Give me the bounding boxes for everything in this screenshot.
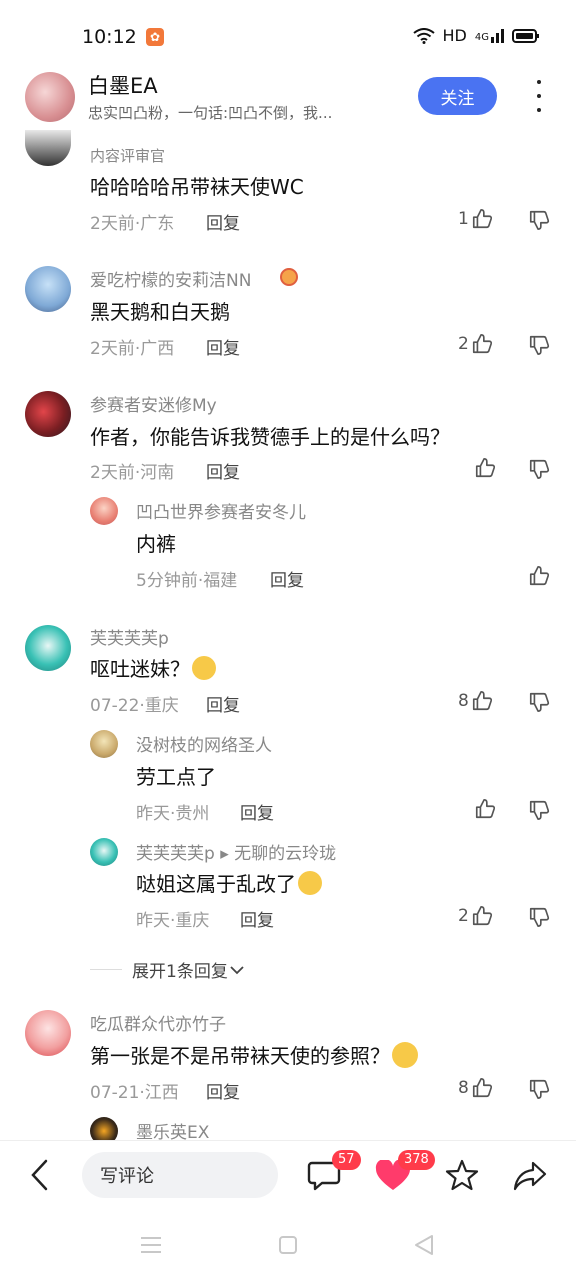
like-button[interactable]: 1	[458, 208, 493, 230]
reply-button[interactable]: 回复	[270, 566, 304, 591]
thumbs-down-icon[interactable]	[528, 799, 550, 821]
reply-text: 劳工点了	[136, 765, 216, 789]
comment-author[interactable]: 芙芙芙芙p	[90, 624, 169, 649]
wifi-icon	[412, 27, 435, 44]
thumbs-up-icon	[472, 906, 492, 926]
home-icon[interactable]	[278, 1235, 298, 1255]
status-time: 10:12	[82, 26, 137, 48]
comment-text: 第一张是不是吊带袜天使的参照？	[90, 1040, 418, 1069]
comment-text: 哈哈哈哈吊带袜天使WC	[90, 175, 304, 199]
more-options-icon[interactable]	[532, 80, 546, 112]
network-hd-label: HD	[442, 26, 467, 45]
battery-icon	[512, 28, 539, 43]
like-button[interactable]: 8	[458, 1077, 493, 1099]
comment-meta: 07-22·重庆	[90, 696, 179, 716]
like-count: 2	[458, 334, 469, 354]
like-button[interactable]: 2	[458, 905, 493, 927]
thumbs-up-icon	[475, 458, 496, 478]
comment-text: 作者，你能告诉我赞德手上的是什么吗？	[90, 425, 450, 449]
like-button[interactable]: 2	[458, 333, 493, 355]
comment-text: 呕吐迷妹？	[90, 653, 216, 682]
comment-avatar[interactable]	[25, 625, 71, 671]
reply-button[interactable]: 回复	[240, 906, 274, 931]
thumbs-up-icon	[472, 334, 492, 354]
comment-avatar[interactable]	[25, 130, 71, 166]
like-count: 2	[458, 906, 469, 926]
status-icons: HD 4G	[412, 26, 540, 45]
comment-avatar[interactable]	[25, 391, 71, 437]
like-button[interactable]: 8	[458, 690, 493, 712]
chevron-down-icon	[230, 965, 244, 974]
reply-author[interactable]: 芙芙芙芙p ▸ 无聊的云玲珑	[136, 839, 336, 864]
comment-author[interactable]: 参赛者安迷修My	[90, 391, 217, 416]
author-avatar[interactable]	[25, 72, 75, 122]
thumbs-up-icon[interactable]	[528, 565, 550, 587]
reply-button[interactable]: 回复	[206, 334, 240, 359]
comment-author[interactable]: 爱吃柠檬的安莉洁NN	[90, 266, 251, 291]
signal-icon: 4G	[475, 28, 504, 43]
vomit-laugh-emoji-icon	[192, 656, 216, 680]
divider-line	[90, 969, 122, 970]
like-button[interactable]	[472, 457, 496, 479]
thumbs-down-icon[interactable]	[528, 691, 550, 713]
reviewer-role-tag: 内容评审官	[90, 147, 166, 165]
reply-avatar[interactable]	[90, 730, 118, 758]
comment-author[interactable]: 吃瓜群众代亦竹子	[90, 1010, 226, 1035]
pleading-emoji-icon	[298, 871, 322, 895]
app-notification-icon: ✿	[146, 28, 164, 46]
comment-avatar[interactable]	[25, 1010, 71, 1056]
user-level-badge-icon	[280, 268, 298, 286]
reply-button[interactable]: 回复	[240, 799, 274, 824]
author-name[interactable]: 白墨EA	[88, 70, 158, 100]
share-icon[interactable]	[513, 1158, 547, 1192]
reply-author[interactable]: 没树枝的网络圣人	[136, 731, 272, 756]
reply-text: 哒姐这属于乱改了	[136, 868, 322, 897]
like-count: 8	[458, 691, 469, 711]
system-nav-bar	[0, 1210, 576, 1280]
thumbs-up-icon	[475, 799, 496, 819]
reply-meta: 5分钟前·福建	[136, 571, 238, 591]
comment-meta: 07-21·江西	[90, 1083, 179, 1103]
status-bar: 10:12 ✿ HD 4G	[0, 0, 576, 64]
reply-button[interactable]: 回复	[206, 1078, 240, 1103]
thumbs-down-icon[interactable]	[528, 458, 550, 480]
expand-replies-label: 展开1条回复	[132, 962, 228, 982]
reply-text: 内裤	[136, 532, 176, 556]
comment-avatar[interactable]	[25, 266, 71, 312]
thumbs-down-icon[interactable]	[528, 906, 550, 928]
comment-count-badge: 57	[332, 1150, 361, 1170]
author-description: 忠实凹凸粉，一句话:凹凸不倒，我...	[88, 104, 333, 122]
reply-meta: 昨天·重庆	[136, 911, 210, 931]
like-count-badge: 378	[398, 1150, 435, 1170]
reply-avatar[interactable]	[90, 497, 118, 525]
thumbs-up-icon	[472, 209, 492, 229]
comment-text: 黑天鹅和白天鹅	[90, 300, 230, 324]
reply-button[interactable]: 回复	[206, 209, 240, 234]
follow-button[interactable]: 关注	[418, 77, 497, 115]
star-icon[interactable]	[445, 1158, 479, 1192]
menu-icon[interactable]	[140, 1235, 162, 1255]
comment-meta: 2天前·广西	[90, 339, 175, 359]
reply-avatar[interactable]	[90, 838, 118, 866]
write-comment-placeholder: 写评论	[100, 1166, 154, 1187]
thinking-emoji-icon	[392, 1042, 418, 1068]
like-count: 8	[458, 1078, 469, 1098]
like-button[interactable]	[472, 798, 496, 820]
comment-meta: 2天前·广东	[90, 214, 175, 234]
reply-button[interactable]: 回复	[206, 458, 240, 483]
comment-meta: 2天前·河南	[90, 463, 175, 483]
reply-meta: 昨天·贵州	[136, 804, 210, 824]
reply-button[interactable]: 回复	[206, 691, 240, 716]
back-icon[interactable]	[414, 1234, 434, 1256]
thumbs-down-icon[interactable]	[528, 209, 550, 231]
thumbs-down-icon[interactable]	[528, 1078, 550, 1100]
thumbs-up-icon	[472, 691, 492, 711]
like-count: 1	[458, 209, 469, 229]
back-arrow-icon[interactable]	[28, 1158, 52, 1192]
thumbs-up-icon	[472, 1078, 492, 1098]
reply-author[interactable]: 凹凸世界参赛者安冬儿	[136, 498, 306, 523]
write-comment-input[interactable]: 写评论	[82, 1152, 278, 1198]
thumbs-down-icon[interactable]	[528, 334, 550, 356]
expand-replies-button[interactable]: 展开1条回复	[90, 957, 244, 982]
